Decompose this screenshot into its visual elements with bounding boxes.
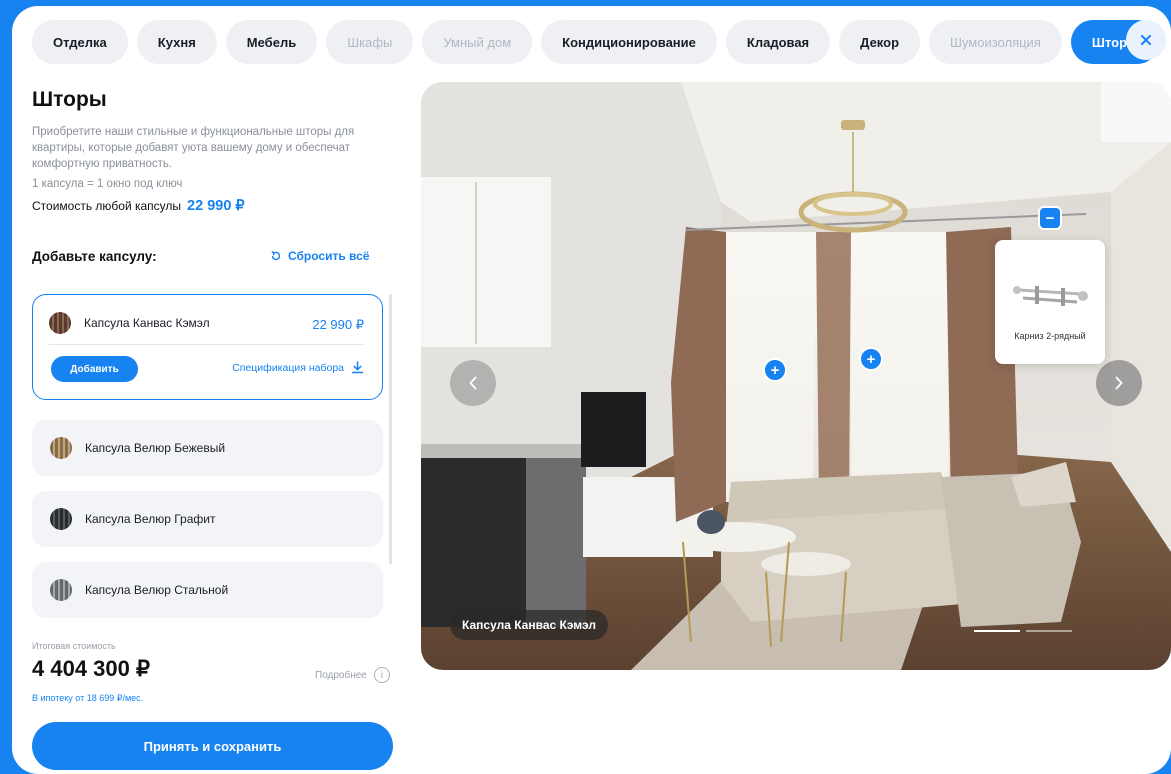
mortgage-link[interactable]: В ипотеку от 18 699 ₽/мес. <box>32 693 143 704</box>
total-value: 4 404 300 ₽ <box>32 656 150 681</box>
capsule-price-value: 22 990 ₽ <box>187 198 245 214</box>
capsule-list-scrollbar[interactable] <box>389 294 392 564</box>
category-tabs: Отделка Кухня Мебель Шкафы Умный дом Кон… <box>32 20 1160 64</box>
capsule-name: Капсула Канвас Кэмэл <box>84 316 210 330</box>
tab-soundproofing[interactable]: Шумоизоляция <box>929 20 1062 64</box>
hotspot-collapse[interactable]: − <box>1038 206 1062 230</box>
tab-wardrobes[interactable]: Шкафы <box>326 20 414 64</box>
hotspot-add-center[interactable]: + <box>859 347 883 371</box>
swatch-beige-icon <box>50 437 72 459</box>
accept-and-save-button[interactable]: Принять и сохранить <box>32 722 393 770</box>
total-label: Итоговая стоимость <box>32 641 116 651</box>
tab-finishing[interactable]: Отделка <box>32 20 128 64</box>
slide-dot-1[interactable] <box>974 630 1020 632</box>
room-render-image <box>421 82 1171 670</box>
capsule-card-canvas-camel[interactable]: Капсула Канвас Кэмэл 22 990 ₽ Добавить С… <box>32 294 383 400</box>
details-label: Подробнее <box>315 669 367 681</box>
tab-smart-home[interactable]: Умный дом <box>422 20 533 64</box>
add-capsule-heading: Добавьте капсулу: <box>32 249 157 264</box>
capsule-card-velour-beige[interactable]: Капсула Велюр Бежевый <box>32 420 383 476</box>
tooltip-label: Карниз 2-рядный <box>1014 331 1086 341</box>
capsule-price-line: Стоимость любой капсулы 22 990 ₽ <box>32 198 245 214</box>
room-caption: Капсула Канвас Кэмэл <box>450 610 608 640</box>
configurator-modal: Отделка Кухня Мебель Шкафы Умный дом Кон… <box>12 6 1171 774</box>
swatch-steel-icon <box>50 579 72 601</box>
download-icon <box>351 361 364 374</box>
cornice-tooltip: Карниз 2-рядный <box>995 240 1105 364</box>
details-link[interactable]: Подробнее i <box>315 667 390 683</box>
reset-all-label: Сбросить всё <box>288 249 370 263</box>
capsule-name: Капсула Велюр Стальной <box>85 583 229 597</box>
swatch-graphite-icon <box>50 508 72 530</box>
capsule-name: Капсула Велюр Бежевый <box>85 441 226 455</box>
add-capsule-button[interactable]: Добавить <box>51 356 138 382</box>
hotspot-add-left[interactable]: + <box>763 358 787 382</box>
tab-decor[interactable]: Декор <box>839 20 921 64</box>
swatch-camel-icon <box>49 312 71 334</box>
capsule-name: Капсула Велюр Графит <box>85 512 216 526</box>
slide-dot-2[interactable] <box>1026 630 1072 632</box>
page-title: Шторы <box>32 88 107 111</box>
capsule-note: 1 капсула = 1 окно под ключ <box>32 178 183 190</box>
room-viewer: + + − Карниз 2-рядный Капсула Канвас Кэм… <box>421 82 1171 670</box>
reset-all-button[interactable]: Сбросить всё <box>270 249 370 263</box>
specification-label: Спецификация набора <box>232 361 344 374</box>
panel-description: Приобретите наши стильные и функциональн… <box>32 126 355 170</box>
previous-slide-button[interactable] <box>450 360 496 406</box>
tab-kitchen[interactable]: Кухня <box>136 20 217 64</box>
tab-air-conditioning[interactable]: Кондиционирование <box>541 20 717 64</box>
plus-icon: + <box>770 361 780 379</box>
tab-furniture[interactable]: Мебель <box>225 20 318 64</box>
next-slide-button[interactable] <box>1096 360 1142 406</box>
close-button[interactable] <box>1126 20 1166 60</box>
card-divider <box>49 344 364 345</box>
capsule-card-velour-steel[interactable]: Капсула Велюр Стальной <box>32 562 383 618</box>
chevron-left-icon <box>469 376 477 390</box>
plus-icon: + <box>866 350 876 368</box>
cornice-rod-icon <box>1013 286 1088 306</box>
capsule-card-velour-graphite[interactable]: Капсула Велюр Графит <box>32 491 383 547</box>
chevron-right-icon <box>1115 376 1123 390</box>
capsule-price: 22 990 ₽ <box>312 317 364 332</box>
capsule-price-label: Стоимость любой капсулы <box>32 199 182 213</box>
info-icon: i <box>373 667 390 683</box>
close-icon <box>1141 35 1151 45</box>
tab-storage[interactable]: Кладовая <box>725 20 831 64</box>
reset-icon <box>271 251 281 261</box>
specification-link[interactable]: Спецификация набора <box>232 361 364 374</box>
slide-indicator <box>974 630 1072 632</box>
minus-icon: − <box>1045 209 1055 227</box>
